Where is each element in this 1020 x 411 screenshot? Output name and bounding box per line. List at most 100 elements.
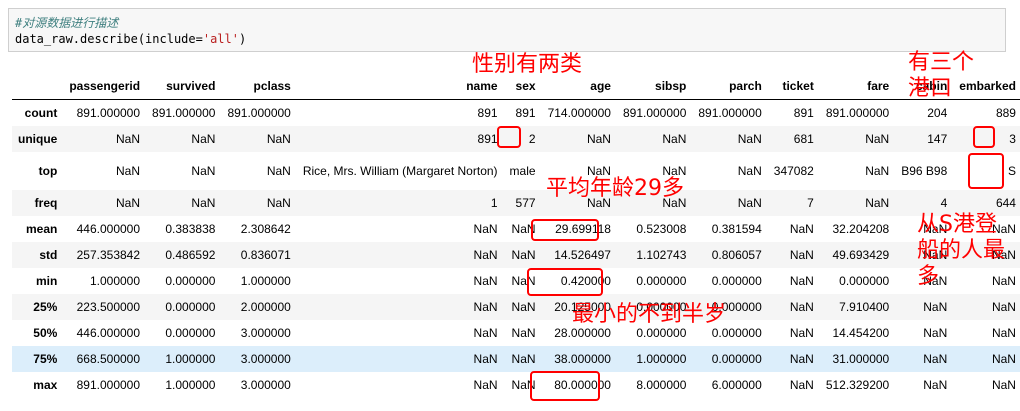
table-cell: 0.836071 — [240, 248, 291, 262]
table-cell: 891.000000 — [825, 106, 890, 120]
code-call-close: ) — [238, 32, 247, 46]
table-cell: 714.000000 — [547, 106, 611, 120]
table-cell: NaN — [923, 326, 948, 340]
table-cell: 347082 — [773, 164, 814, 178]
row-index-label: count — [24, 106, 58, 120]
table-cell: 223.500000 — [76, 300, 141, 314]
table-cell: NaN — [473, 274, 498, 288]
table-cell: NaN — [737, 196, 762, 210]
table-cell: 204 — [927, 106, 948, 120]
table-cell: 891.000000 — [76, 378, 141, 392]
table-cell: 1.000000 — [636, 352, 687, 366]
table-cell: NaN — [789, 248, 814, 262]
column-header: passengerid — [63, 72, 147, 100]
table-cell: 7.910400 — [839, 300, 890, 314]
annotation-mean-age: 平均年龄29多 — [546, 176, 684, 201]
table-cell: 891 — [477, 132, 498, 146]
table-cell: NaN — [473, 326, 498, 340]
table-cell: 32.204208 — [832, 222, 890, 236]
row-index-label: std — [39, 248, 58, 262]
table-cell: NaN — [511, 248, 536, 262]
table-cell: NaN — [473, 222, 498, 236]
index-header — [12, 72, 64, 100]
table-cell: 1.000000 — [240, 274, 291, 288]
table-cell: NaN — [511, 326, 536, 340]
table-cell: 889 — [995, 106, 1016, 120]
table-cell: NaN — [865, 132, 890, 146]
code-string-arg: 'all' — [202, 32, 239, 46]
table-cell: Rice, Mrs. William (Margaret Norton) — [302, 164, 498, 178]
column-header: survived — [146, 72, 222, 100]
column-header: sibsp — [616, 72, 693, 100]
table-cell: 0.000000 — [165, 274, 216, 288]
highlight-age-mean — [531, 219, 599, 241]
table-cell: NaN — [266, 132, 291, 146]
table-row: max 891.000000 1.000000 3.000000 NaN NaN 80.00… — [12, 372, 1020, 398]
annotation-three-ports: 有三个港口 — [908, 50, 975, 101]
table-cell: 512.329200 — [825, 378, 890, 392]
row-index-label: max — [33, 378, 58, 392]
table-cell: NaN — [266, 164, 291, 178]
table-cell: 891.000000 — [227, 106, 291, 120]
table-cell: NaN — [789, 300, 814, 314]
table-cell: 1.000000 — [89, 274, 141, 288]
table-cell: NaN — [511, 352, 536, 366]
table-cell: 3.000000 — [240, 352, 291, 366]
code-comment: #对源数据进行描述 — [15, 16, 119, 30]
highlight-embarked-top — [968, 153, 1004, 189]
table-cell: 668.500000 — [76, 352, 141, 366]
table-cell: NaN — [991, 378, 1016, 392]
table-cell: 891.000000 — [698, 106, 762, 120]
table-cell: 38.000000 — [554, 352, 611, 366]
row-index-label: unique — [18, 132, 58, 146]
table-cell: NaN — [991, 352, 1016, 366]
table-cell: 891 — [793, 106, 814, 120]
table-row: mean 446.000000 0.383838 2.308642 NaN NaN 29.6… — [12, 216, 1020, 242]
row-index-label: 75% — [33, 352, 58, 366]
table-cell: 3.000000 — [240, 326, 291, 340]
table-cell: NaN — [191, 132, 216, 146]
table-row: 75% 668.500000 1.000000 3.000000 NaN NaN 38.00… — [12, 346, 1020, 372]
table-cell: 446.000000 — [76, 222, 141, 236]
code-call: data_raw.describe(include= — [15, 32, 203, 46]
table-cell: 7 — [807, 196, 814, 210]
table-cell: 0.383838 — [165, 222, 216, 236]
describe-table: passengerid survived pclass name sex age… — [12, 72, 1020, 398]
table-cell: 0.000000 — [711, 274, 762, 288]
row-index-label: 50% — [33, 326, 58, 340]
table-cell: 0.000000 — [839, 274, 890, 288]
table-cell: 891.000000 — [622, 106, 687, 120]
table-cell: 14.526497 — [554, 248, 611, 262]
table-cell: NaN — [266, 196, 291, 210]
annotation-min-under-half: 最小的不到半岁 — [572, 302, 727, 327]
table-cell: NaN — [865, 196, 890, 210]
table-cell: 257.353842 — [76, 248, 141, 262]
highlight-embarked-unique — [973, 126, 995, 148]
row-index-label: mean — [25, 222, 58, 236]
row-index-label: 25% — [33, 300, 58, 314]
table-cell: NaN — [737, 132, 762, 146]
table-cell: NaN — [191, 164, 216, 178]
table-cell: male — [509, 164, 536, 178]
table-cell: 0.000000 — [165, 300, 216, 314]
table-row: 25% 223.500000 0.000000 2.000000 NaN NaN 20.12… — [12, 294, 1020, 320]
table-cell: NaN — [586, 132, 611, 146]
table-cell: 8.000000 — [636, 378, 687, 392]
code-cell[interactable]: #对源数据进行描述 data_raw.describe(include='all… — [8, 8, 1006, 52]
code-line: data_raw.describe(include='all') — [15, 31, 999, 47]
table-cell: 0.000000 — [711, 352, 762, 366]
table-cell: NaN — [923, 378, 948, 392]
table-cell: NaN — [662, 132, 687, 146]
table-cell: 3.000000 — [240, 378, 291, 392]
table-cell: 891.000000 — [76, 106, 141, 120]
column-header: fare — [819, 72, 896, 100]
table-cell: 31.000000 — [832, 352, 890, 366]
table-cell: 6.000000 — [711, 378, 762, 392]
table-cell: NaN — [991, 300, 1016, 314]
column-header: ticket — [767, 72, 820, 100]
table-cell: 0.000000 — [165, 326, 216, 340]
table-cell: NaN — [923, 300, 948, 314]
table-cell: NaN — [737, 164, 762, 178]
table-cell: NaN — [923, 352, 948, 366]
table-row: freq NaN NaN NaN 1 577 NaN NaN NaN 7 NaN 4 644 — [12, 190, 1020, 216]
